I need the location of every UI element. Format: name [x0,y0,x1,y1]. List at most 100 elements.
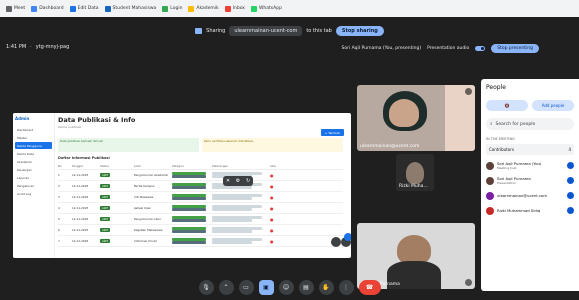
present-button[interactable]: ▣ [258,279,274,295]
people-list: Sori Aqil Purnama (You) Meeting host Sori … [486,158,574,218]
table-row: 1 12-11-2025 Aktif Pengumuman Akademik ● [58,170,343,181]
delete-icon: ● [270,194,274,200]
stop-sharing-button[interactable]: Stop sharing [335,26,384,36]
status-badge: Aktif [100,184,110,189]
category-tag [172,186,206,189]
meeting-code[interactable]: ytg-mnyj-pag [36,44,70,50]
row-date: 12-11-2025 [72,206,89,210]
sharing-banner: Sharing ulearnmainan-ucent-com to this t… [0,26,579,36]
shared-sidebar-item: Laporan [17,175,30,180]
delete-icon: ● [270,172,274,178]
person-name: Rizki Muhammad Sidiq [497,208,541,213]
category-tag [172,175,206,178]
bookmark-item[interactable]: Akademik [188,5,219,12]
contributors-section[interactable]: Contributors 4 [486,144,574,155]
avatar [486,206,494,215]
bookmark-icon [6,5,12,12]
participant-tile[interactable]: Rizki Muha... [396,154,434,191]
raise-hand-button[interactable]: ✋ [318,279,334,295]
people-panel: People 🔇 Add people ⌕ Search for people … [481,79,579,291]
phone-icon: ☎ [365,283,374,291]
mute-all-button[interactable]: 🔇 [486,100,528,111]
add-people-button[interactable]: Add people [532,100,574,111]
row-title: Kegiatan Mahasiswa [134,228,163,232]
hand-icon: ✋ [322,283,330,291]
chat-fab-icon [344,233,351,241]
bookmark-icon [69,5,76,12]
settings-icon: ⚙ [235,178,241,184]
row-number: 1 [58,173,60,177]
bookmark-icon [104,5,111,12]
more-options-icon[interactable] [567,177,574,184]
bookmark-item[interactable]: Edit Data [69,5,99,12]
participant-video [445,85,475,151]
shared-sidebar-item: Dashboard [17,127,34,132]
people-panel-actions: 🔇 Add people [486,100,574,111]
refresh-icon: ↻ [245,178,251,184]
bookmark-item[interactable]: Dashboard [31,5,64,12]
table-row: 7 12-11-2025 Aktif Informasi Umum ● [58,236,343,247]
row-title: Pengumuman Libur [134,217,162,221]
meet-stage: Sharing ulearnmainan-ucent-com to this t… [0,17,579,300]
category-tag [172,230,206,233]
description-text [212,230,252,233]
end-call-button[interactable]: ☎ [358,279,381,295]
people-list-item[interactable]: Sori Aqil Purnama Presentation [486,173,574,188]
shared-page-title: Data Publikasi & Info [58,116,136,124]
mic-button[interactable]: 🎙 [198,279,214,295]
people-search-input[interactable]: ⌕ Search for people [486,118,574,130]
more-options-button[interactable]: ⋮ [338,279,354,295]
success-notice: Data publikasi berhasil dimuat [58,138,199,152]
table-row: 6 12-11-2025 Aktif Kegiatan Mahasiswa ● [58,225,343,236]
more-options-icon[interactable] [567,192,574,199]
people-list-item[interactable]: ulearnmainan@ucent.com [486,188,574,203]
more-options-icon[interactable] [567,162,574,169]
shared-notices: Data publikasi berhasil dimuat Perlu ver… [58,138,343,152]
presentation-audio-label: Presentation audio [427,46,470,51]
emoji-icon: ☺ [282,283,290,291]
bookmark-icon [250,5,257,12]
camera-button[interactable]: ▭ [238,279,254,295]
category-tag [172,197,206,200]
table-row: 4 12-11-2025 Aktif Jadwal Ujian ● [58,203,343,214]
avatar [486,161,494,170]
row-date: 12-11-2025 [72,217,89,221]
category-tag [172,241,206,244]
options-button[interactable]: ⌃ [218,279,234,295]
table-row: 5 12-11-2025 Aktif Pengumuman Libur ● [58,214,343,225]
emoji-button[interactable]: ☺ [278,279,294,295]
edit-fab-icon [331,237,341,247]
call-controls: 🎙 ⌃ ▭ ▣ ☺ ▤ ✋ ⋮ ☎ [0,276,579,298]
people-list-item[interactable]: Rizki Muhammad Sidiq [486,203,574,218]
bookmark-item[interactable]: Student Mahasiswa [104,5,156,12]
shared-app-logo: Admin [15,116,30,121]
description-text [212,197,252,200]
mic-icon: 🎙 [202,283,210,291]
table-row: 2 12-11-2025 Aktif Berita Kampus ● [58,181,343,192]
delete-icon: ● [270,227,274,233]
shared-sidebar-item: Kelola Data [17,151,35,156]
table-row: 3 12-11-2025 Aktif Info Beasiswa ● [58,192,343,203]
row-number: 7 [58,239,60,243]
status-badge: Aktif [100,228,110,233]
bookmark-item[interactable]: Meet [6,5,25,12]
close-icon: ✕ [225,178,231,184]
shared-app-main: Data Publikasi & Info Kelola publikasi +… [58,116,348,256]
bookmark-item[interactable]: Login [162,5,182,12]
more-options-icon[interactable] [567,207,574,214]
status-badge: Aktif [100,195,110,200]
participant-name: ulearnmainan@ucent.com [360,144,420,149]
bookmark-item[interactable]: Inbox [224,5,245,12]
bookmarks-bar: Meet Dashboard Edit Data Student Mahasis… [0,0,579,17]
description-text [212,208,252,211]
participant-tile[interactable]: ulearnmainan@ucent.com [357,85,475,151]
presentation-audio-toggle[interactable] [475,46,486,51]
people-panel-title: People [486,84,506,91]
bookmark-item[interactable]: WhatsApp [250,5,282,12]
stop-presenting-button[interactable]: Stop presenting [491,44,539,53]
captions-button[interactable]: ▤ [298,279,314,295]
shared-table-header: No Tanggal Status Judul Kategori Keteran… [58,163,343,170]
avatar [486,191,494,200]
shared-sidebar-item: Master [17,135,28,140]
people-list-item[interactable]: Sori Aqil Purnama (You) Meeting host [486,158,574,173]
